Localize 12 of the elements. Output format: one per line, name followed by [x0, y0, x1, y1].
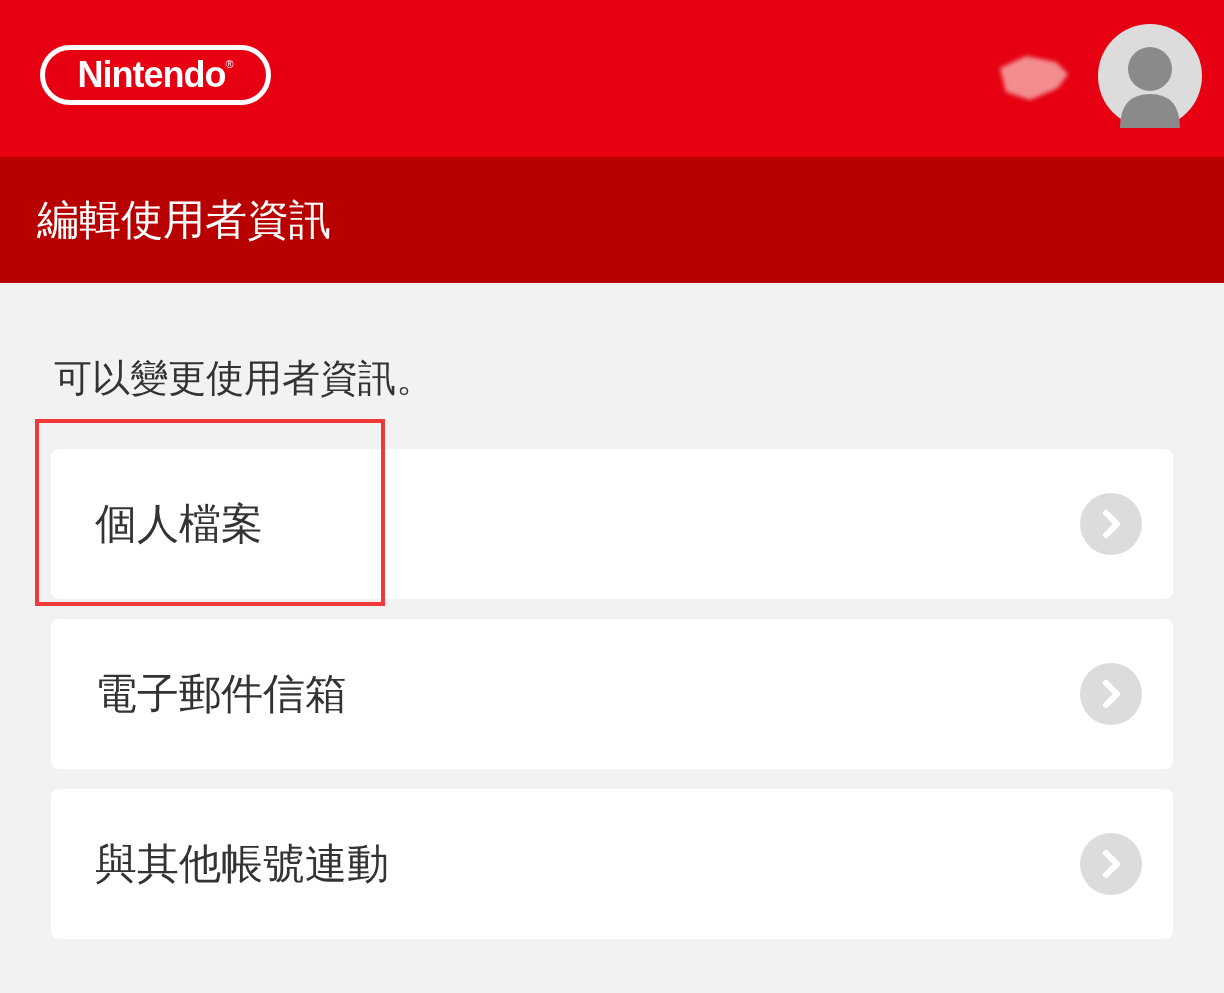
chevron-right-icon — [1080, 833, 1142, 895]
menu-item[interactable]: 個人檔案 — [51, 449, 1173, 599]
avatar-icon[interactable] — [1098, 24, 1202, 128]
chevron-right-icon — [1080, 663, 1142, 725]
logo[interactable]: Nintendo® — [40, 45, 271, 105]
page-title: 編輯使用者資訊 — [37, 194, 331, 246]
chevron-right-icon — [1080, 493, 1142, 555]
menu-item[interactable]: 電子郵件信箱 — [51, 619, 1173, 769]
registered-mark: ® — [225, 58, 234, 70]
logo-text: Nintendo — [77, 54, 226, 96]
menu-item[interactable]: 與其他帳號連動 — [51, 789, 1173, 939]
description-text: 可以變更使用者資訊。 — [53, 355, 435, 401]
